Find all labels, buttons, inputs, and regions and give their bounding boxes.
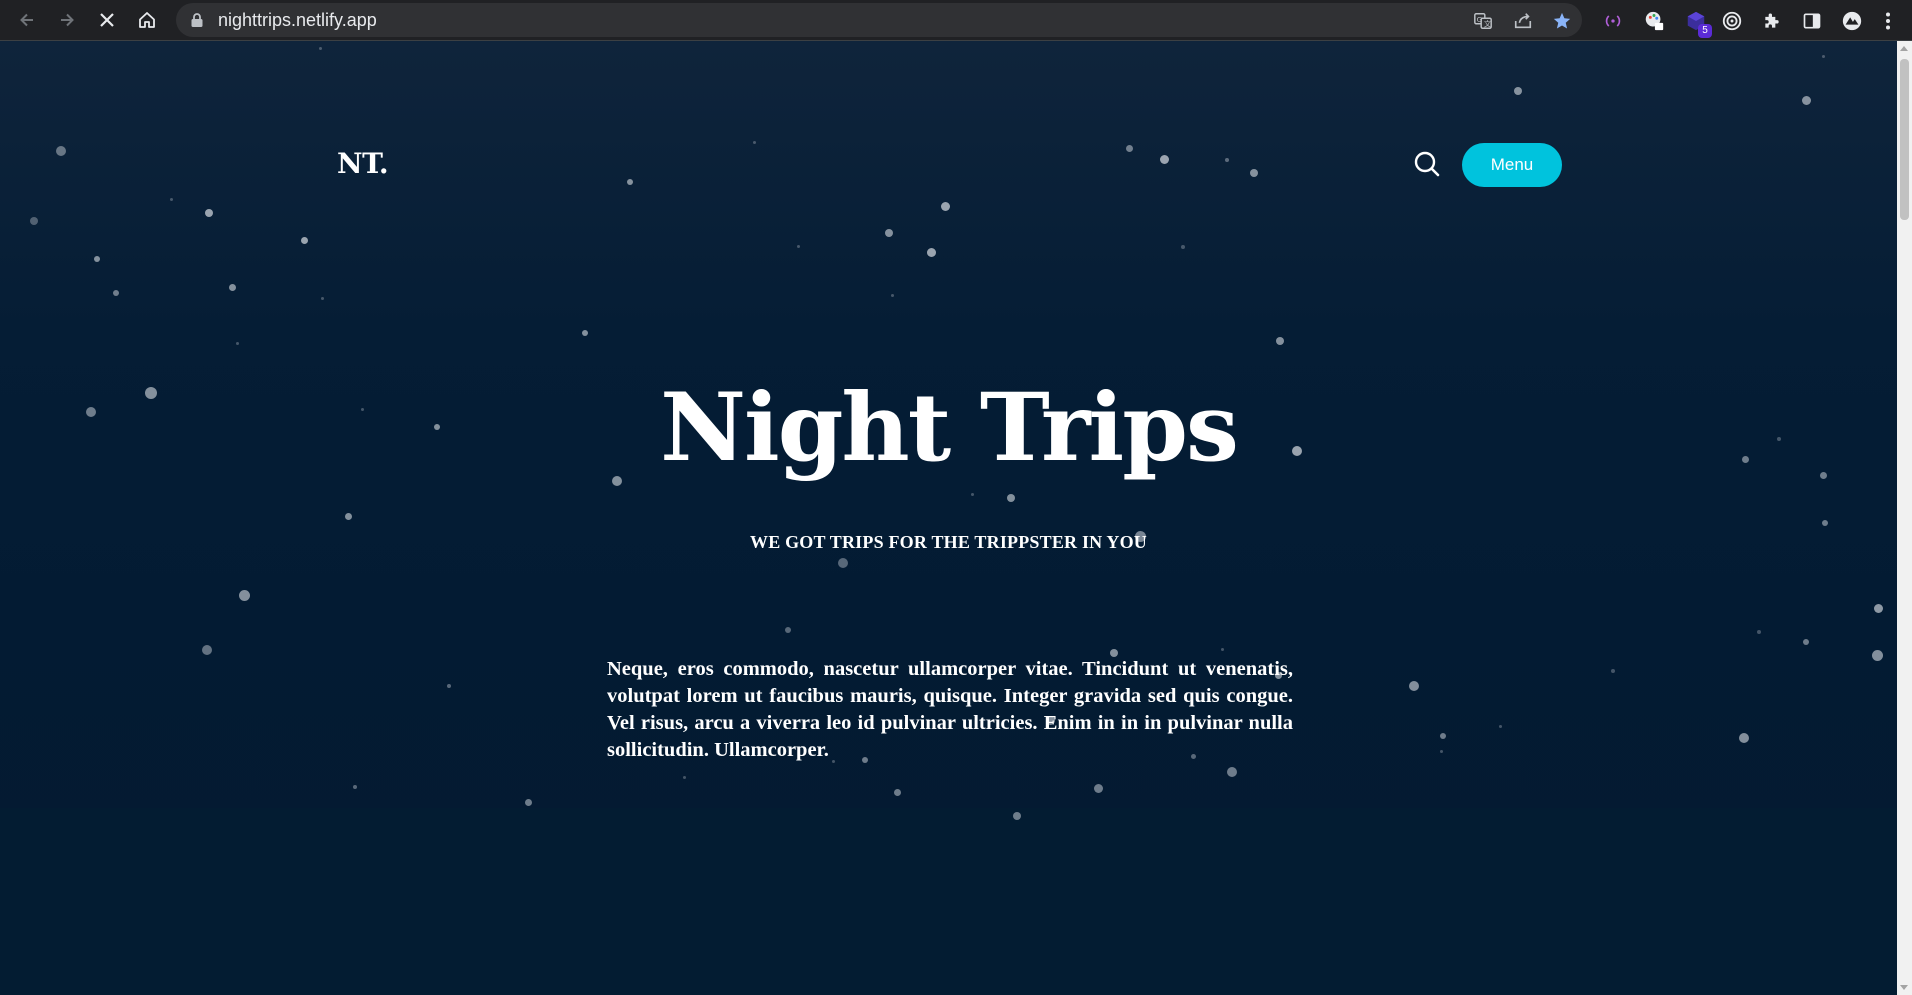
svg-text:G: G	[1477, 15, 1483, 24]
star-dot	[235, 341, 239, 345]
star-dot	[1220, 647, 1224, 651]
star-dot	[1803, 639, 1809, 645]
star-dot	[1225, 158, 1229, 162]
star-dot	[205, 209, 213, 217]
profile-avatar[interactable]	[1840, 9, 1864, 33]
stop-loading-icon[interactable]	[91, 4, 123, 36]
star-dot	[1821, 54, 1825, 58]
star-dot	[1801, 95, 1811, 105]
star-dot	[1125, 144, 1133, 152]
extension-cube-icon[interactable]: 5	[1684, 9, 1712, 38]
star-dot	[1514, 87, 1522, 95]
star-dot	[893, 788, 901, 796]
extension-target-icon[interactable]	[1720, 9, 1744, 33]
star-dot	[1822, 520, 1828, 526]
star-dot	[1159, 154, 1169, 164]
site-logo[interactable]: NT.	[337, 147, 389, 180]
star-dot	[970, 492, 974, 496]
star-dot	[447, 684, 451, 688]
hero-title: Night Trips	[660, 373, 1239, 483]
address-bar[interactable]: nighttrips.netlify.app 文G	[176, 3, 1582, 37]
star-dot	[838, 558, 848, 568]
url-text[interactable]: nighttrips.netlify.app	[218, 3, 377, 37]
star-dot	[627, 179, 633, 185]
star-dot	[1873, 603, 1883, 613]
star-dot	[1757, 630, 1761, 634]
star-dot	[1181, 245, 1185, 249]
star-dot	[752, 140, 756, 144]
scroll-thumb[interactable]	[1900, 59, 1909, 220]
star-dot	[94, 256, 100, 262]
star-dot	[300, 236, 308, 244]
lower-section-background	[0, 808, 1897, 995]
star-dot	[890, 293, 894, 297]
star-dot	[202, 645, 212, 655]
star-dot	[169, 197, 173, 201]
side-panel-icon[interactable]	[1800, 9, 1824, 33]
scroll-down-arrow-icon[interactable]	[1900, 985, 1908, 990]
star-dot	[228, 283, 236, 291]
hero-subtitle: WE GOT TRIPS FOR THE TRIPPSTER IN YOU	[750, 532, 1147, 552]
menu-button[interactable]: Menu	[1462, 143, 1562, 187]
star-dot	[612, 476, 622, 486]
star-dot	[1440, 733, 1446, 739]
scroll-up-arrow-icon[interactable]	[1900, 46, 1908, 51]
star-dot	[113, 290, 119, 296]
star-dot	[1093, 783, 1103, 793]
star-dot	[1611, 669, 1615, 673]
extension-waves-icon[interactable]	[1601, 9, 1625, 33]
star-dot	[885, 229, 893, 237]
star-dot	[796, 244, 800, 248]
puzzle-icon[interactable]	[1760, 9, 1784, 33]
star-dot	[785, 627, 791, 633]
browser-toolbar: nighttrips.netlify.app 文G 5	[0, 0, 1912, 41]
star-dot	[30, 217, 38, 225]
star-dot	[1739, 733, 1749, 743]
extension-badge: 5	[1698, 24, 1712, 38]
star-dot	[582, 330, 588, 336]
star-dot	[344, 512, 352, 520]
search-icon[interactable]	[1411, 148, 1443, 180]
page-viewport: NT. Menu Night Trips WE GOT TRIPS FOR TH…	[0, 41, 1897, 995]
page-scrollbar[interactable]	[1897, 41, 1912, 995]
back-arrow-icon[interactable]	[11, 4, 43, 36]
star-dot	[1439, 749, 1443, 753]
extension-palette-icon[interactable]	[1642, 9, 1666, 33]
kebab-menu-icon[interactable]	[1880, 9, 1896, 33]
share-icon[interactable]	[1512, 10, 1534, 32]
star-dot	[318, 46, 322, 50]
star-dot	[320, 296, 324, 300]
star-dot	[682, 775, 686, 779]
svg-text:文: 文	[1484, 19, 1492, 28]
star-dot	[1250, 169, 1258, 177]
hero-description: Neque, eros commodo, nascetur ullamcorpe…	[607, 658, 1293, 761]
star-dot	[1227, 767, 1237, 777]
home-icon[interactable]	[131, 4, 163, 36]
star-dot	[56, 146, 66, 156]
star-dot	[940, 201, 950, 211]
star-dot	[1871, 649, 1883, 661]
star-dot	[524, 798, 532, 806]
star-dot	[1276, 337, 1284, 345]
translate-icon[interactable]: 文G	[1472, 10, 1494, 32]
forward-arrow-icon[interactable]	[51, 4, 83, 36]
star-dot	[353, 785, 357, 789]
star-dot	[1409, 681, 1419, 691]
star-dot	[238, 589, 250, 601]
star-bookmark-icon[interactable]	[1551, 10, 1573, 32]
star-dot	[1013, 812, 1021, 820]
star-dot	[1498, 724, 1502, 728]
lock-icon[interactable]	[190, 12, 204, 28]
star-dot	[1007, 494, 1015, 502]
star-dot	[926, 247, 936, 257]
